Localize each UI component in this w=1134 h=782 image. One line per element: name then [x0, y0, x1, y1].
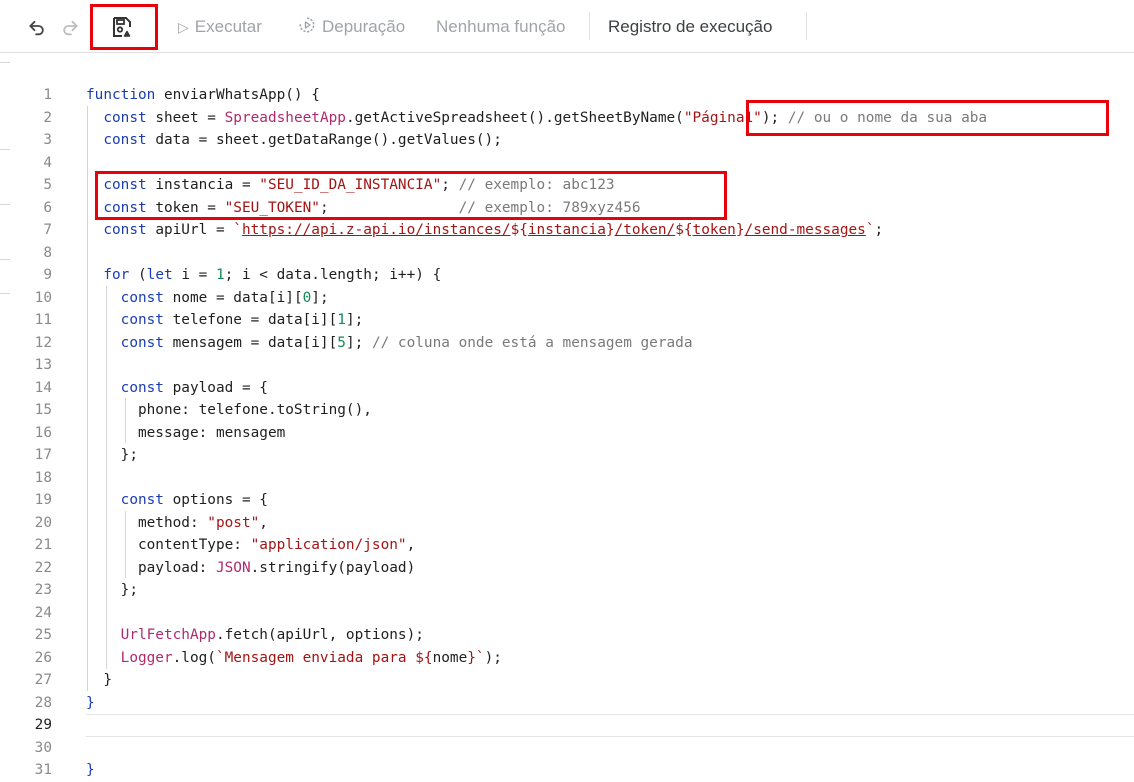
- function-select[interactable]: Nenhuma função: [436, 15, 565, 39]
- debug-icon: [298, 16, 316, 39]
- run-label: Executar: [194, 17, 262, 36]
- redo-icon[interactable]: [58, 14, 82, 38]
- code-line: 12 const mensagem = data[i][5]; // colun…: [34, 334, 693, 351]
- code-line: 21 contentType: "application/json",: [34, 537, 416, 553]
- code-line: 10 const nome = data[i][0];: [34, 289, 329, 306]
- code-line: 23 };: [34, 582, 138, 598]
- code-line: 24: [34, 604, 52, 621]
- function-select-label: Nenhuma função: [436, 17, 566, 36]
- code-line: 31}: [34, 762, 95, 778]
- play-icon: ▷: [178, 18, 189, 35]
- run-button[interactable]: ▷ Executar: [178, 15, 262, 39]
- code-line: 27 }: [34, 672, 112, 688]
- selected-file-indicator: [0, 62, 10, 63]
- sheet-name-highlight-box: [746, 100, 1109, 136]
- save-highlight-box: [90, 4, 158, 50]
- code-line: 14 const payload = {: [34, 379, 268, 396]
- code-line: 20 method: "post",: [34, 514, 268, 531]
- code-line: 9 for (let i = 1; i < data.length; i++) …: [43, 267, 442, 283]
- code-line: 30: [34, 739, 52, 756]
- credentials-highlight-box: [95, 171, 727, 220]
- code-line: 8: [43, 244, 52, 261]
- execution-log-label: Registro de execução: [608, 17, 773, 36]
- code-line: 13: [34, 357, 52, 373]
- undo-icon[interactable]: [25, 14, 49, 38]
- code-line-current: 29: [0, 714, 1134, 737]
- code-line: 15 phone: telefone.toString(),: [34, 402, 372, 418]
- code-line: 18: [34, 469, 52, 486]
- code-line: 22 payload: JSON.stringify(payload): [34, 559, 416, 576]
- toolbar: ▷ Executar Depuração Nenhuma função Regi…: [0, 0, 1134, 53]
- debug-label: Depuração: [322, 17, 406, 36]
- code-line: 7 const apiUrl = `https://api.z-api.io/i…: [43, 222, 884, 238]
- code-line: 19 const options = {: [34, 492, 268, 508]
- code-line: 26 Logger.log(`Mensagem enviada para ${n…: [34, 649, 502, 666]
- code-line: 25 UrlFetchApp.fetch(apiUrl, options);: [34, 627, 424, 643]
- code-line: 28}: [34, 694, 95, 711]
- code-line: 11 const telefone = data[i][1];: [34, 312, 364, 328]
- code-line: 16 message: mensagem: [34, 424, 286, 441]
- toolbar-divider: [589, 12, 590, 40]
- debug-button[interactable]: Depuração: [298, 15, 405, 39]
- execution-log-button[interactable]: Registro de execução: [608, 15, 772, 39]
- code-line: 17 };: [34, 447, 138, 463]
- toolbar-divider: [806, 12, 807, 40]
